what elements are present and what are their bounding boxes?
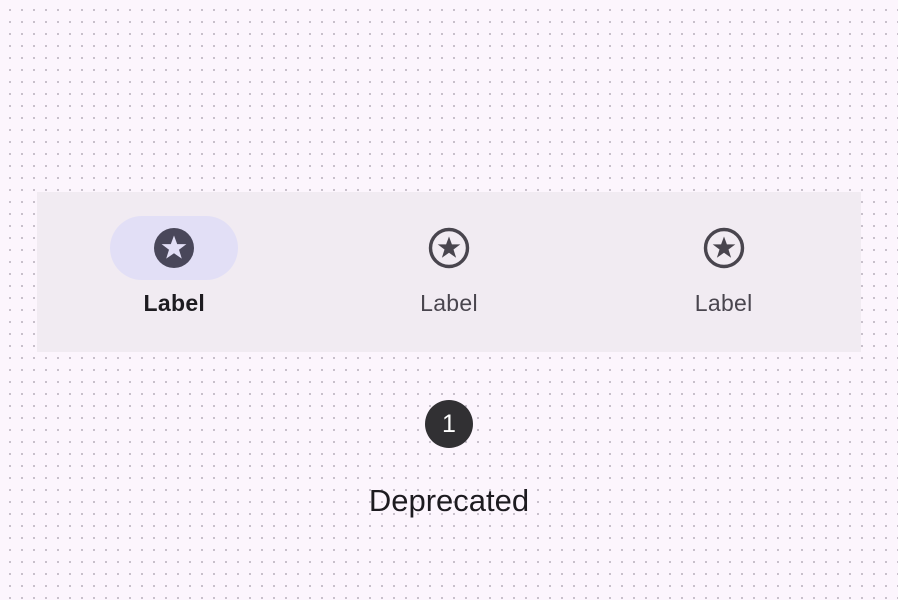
indicator-area <box>660 216 788 280</box>
star-circle-icon <box>154 228 195 268</box>
nav-item-label: Label <box>694 290 753 316</box>
active-indicator <box>110 216 239 280</box>
nav-item-1[interactable]: Label <box>37 192 312 352</box>
nav-item-2[interactable]: Label <box>312 192 587 352</box>
navigation-bar: Label Label Label <box>37 192 861 352</box>
annotation-badge: 1 <box>425 400 473 448</box>
nav-item-3[interactable]: Label <box>586 192 861 352</box>
indicator-area <box>385 216 513 280</box>
star-circle-icon <box>703 227 744 269</box>
annotation-caption: Deprecated <box>368 483 530 518</box>
star-circle-icon <box>428 227 470 269</box>
nav-item-label: Label <box>143 290 206 316</box>
nav-item-label: Label <box>420 290 478 316</box>
